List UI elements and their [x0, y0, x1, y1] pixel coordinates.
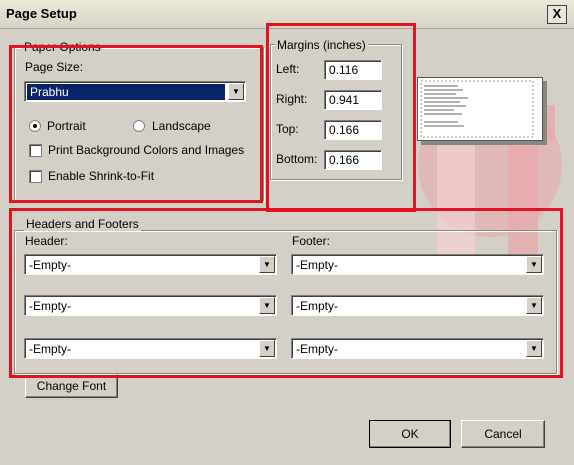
ok-button[interactable]: OK: [369, 420, 451, 448]
highlight-paper-options: [9, 45, 263, 203]
window-title: Page Setup: [6, 6, 77, 21]
close-button[interactable]: X: [547, 5, 567, 24]
page-preview: [417, 77, 543, 141]
highlight-margins: [266, 23, 416, 212]
cancel-button[interactable]: Cancel: [461, 420, 545, 448]
close-icon: X: [552, 6, 562, 21]
highlight-headers-footers: [9, 208, 563, 378]
